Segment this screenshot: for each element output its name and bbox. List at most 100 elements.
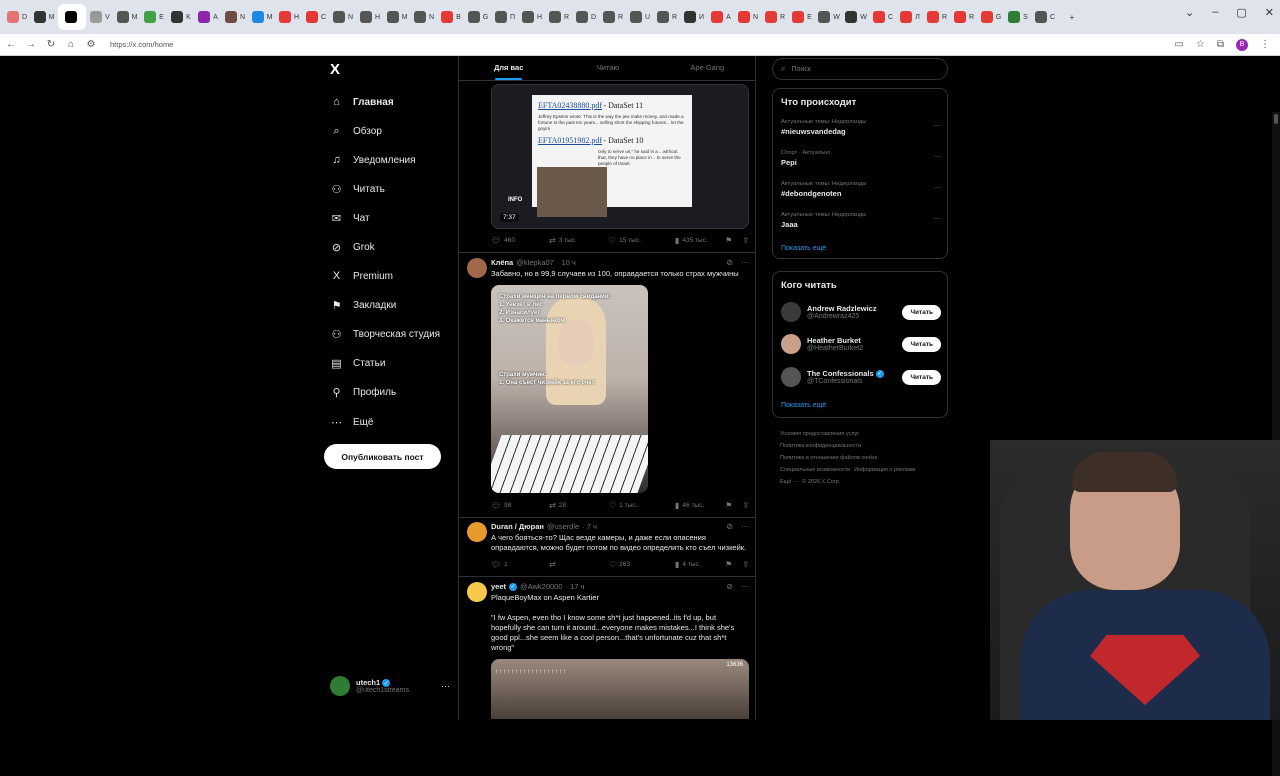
more-dots-icon[interactable]: ··· (741, 522, 749, 531)
browser-tab[interactable]: A (708, 4, 734, 30)
more-dots-icon[interactable]: ··· (741, 258, 749, 267)
sidebar-item-chat[interactable]: ✉ Чат (330, 209, 370, 227)
share-icon[interactable]: ⇪ (742, 501, 749, 510)
browser-tab[interactable]: G (978, 4, 1004, 30)
who-to-follow-show-more[interactable]: Показать ещё (781, 402, 826, 409)
reply-button[interactable]: 💬︎ 460 (491, 236, 549, 245)
browser-tab[interactable]: H (276, 4, 302, 30)
follow-button[interactable]: Читать (902, 369, 941, 385)
tweet-time[interactable]: · 7 ч (582, 522, 597, 531)
sidebar-item-profile[interactable]: ⚲ Профиль (330, 383, 396, 401)
like-button[interactable]: ♡ 15 тыс. (609, 236, 675, 245)
footer-link[interactable]: Политика в отношении файлов cookie (780, 455, 877, 461)
like-button[interactable]: ♡ 263 (609, 560, 675, 569)
tweet-time[interactable]: · 17 ч (566, 582, 585, 591)
browser-tab[interactable]: C (1032, 4, 1058, 30)
browser-tab[interactable]: N (411, 4, 437, 30)
cast-icon[interactable]: ▭ (1174, 39, 1183, 50)
browser-tab[interactable]: W (816, 4, 842, 30)
post-button[interactable]: Опубликовать пост (324, 444, 441, 469)
browser-tab[interactable]: S (1005, 4, 1031, 30)
browser-tab[interactable]: R (762, 4, 788, 30)
browser-tab[interactable]: D (4, 4, 30, 30)
browser-tab[interactable]: H (357, 4, 383, 30)
follow-suggestion[interactable]: Andrew Radzlewicz @Andrewraz425 Читать (781, 300, 941, 324)
bookmark-star-icon[interactable]: ☆ (1196, 39, 1205, 50)
sidebar-item-grok[interactable]: ⊘ Grok (330, 238, 375, 256)
browser-tab[interactable]: R (600, 4, 626, 30)
footer-link[interactable]: Условия предоставления услуг (780, 431, 859, 437)
grok-icon[interactable]: ⊘ (726, 582, 733, 591)
more-dots-icon[interactable]: ··· (441, 681, 450, 691)
author-name[interactable]: yeet (491, 582, 506, 591)
more-dots-icon[interactable]: ··· (933, 152, 941, 161)
tab-search-icon[interactable]: ⌄ (1185, 6, 1194, 19)
browser-tab[interactable]: E (789, 4, 815, 30)
browser-tab[interactable]: B (438, 4, 464, 30)
bookmark-icon[interactable]: ⚑ (725, 560, 732, 569)
sidebar-item-home[interactable]: ⌂ Главная (330, 93, 394, 111)
follow-button[interactable]: Читать (902, 304, 941, 320)
browser-tab[interactable]: R (546, 4, 572, 30)
browser-tab[interactable]: G (465, 4, 491, 30)
maximize-icon[interactable]: ▢ (1236, 6, 1246, 19)
footer-link[interactable]: Политика конфиденциальности (780, 443, 861, 449)
browser-tab[interactable]: Л (897, 4, 923, 30)
browser-tab[interactable]: M (114, 4, 140, 30)
browser-tab[interactable]: W (843, 4, 869, 30)
url-field[interactable]: https://x.com/home (110, 40, 1174, 49)
browser-tab[interactable]: D (573, 4, 599, 30)
trend-item[interactable]: Спорт · Актуально Pepi ··· (781, 150, 941, 167)
close-window-icon[interactable]: ✕ (1265, 6, 1274, 19)
author-handle[interactable]: @Awk20000 (520, 582, 563, 591)
reload-icon[interactable]: ↻ (42, 39, 60, 50)
footer-link[interactable]: Специальные возможности (780, 467, 850, 473)
views-button[interactable]: ▮ 46 тыс. (675, 501, 725, 510)
tweet-video[interactable]: EFTA02438880.pdf - DataSet 11 Jeffrey Ep… (491, 84, 749, 229)
browser-tab[interactable]: C (870, 4, 896, 30)
tweet-video[interactable]: ↑↑↑↑↑↑↑↑↑↑↑↑↑↑↑↑↑↑ 13636 (491, 659, 749, 719)
account-switcher[interactable]: utech1 ✓ @utech1streams ··· (330, 676, 450, 696)
avatar[interactable] (781, 367, 801, 387)
forward-icon[interactable]: → (22, 39, 40, 50)
new-tab-button[interactable]: + (1059, 4, 1085, 30)
tab-following[interactable]: Читаю (558, 56, 657, 80)
extensions-icon[interactable]: ⧉ (1217, 39, 1224, 50)
minimize-icon[interactable]: – (1212, 6, 1218, 19)
browser-tab[interactable]: M (249, 4, 275, 30)
menu-icon[interactable]: ⋮ (1260, 39, 1270, 50)
tweet-image[interactable]: Страхи женщин на первом свидании: 1. Уве… (491, 285, 648, 493)
profile-avatar[interactable]: B (1236, 38, 1248, 51)
tab-ape-gang[interactable]: Ape Gang (658, 56, 755, 80)
avatar[interactable] (467, 258, 487, 278)
browser-tab[interactable]: H (519, 4, 545, 30)
avatar[interactable] (781, 334, 801, 354)
bookmark-icon[interactable]: ⚑ (725, 236, 732, 245)
sidebar-item-bookmarks[interactable]: ⚑ Закладки (330, 296, 397, 314)
browser-tab[interactable]: E (141, 4, 167, 30)
home-icon[interactable]: ⌂ (62, 39, 80, 50)
reply-button[interactable]: 💬︎ 98 (491, 501, 549, 510)
browser-tab[interactable]: N (735, 4, 761, 30)
browser-tab[interactable]: M (384, 4, 410, 30)
more-dots-icon[interactable]: ··· (933, 183, 941, 192)
sidebar-item-creator-studio[interactable]: ⚇ Творческая студия (330, 325, 441, 343)
author-handle[interactable]: @userdle (547, 522, 579, 531)
sidebar-item-follow[interactable]: ⚇ Читать (330, 180, 385, 198)
footer-link[interactable]: Информация о рекламе (854, 467, 915, 473)
follow-button[interactable]: Читать (902, 336, 941, 352)
browser-tab[interactable]: R (924, 4, 950, 30)
back-icon[interactable]: ← (2, 39, 20, 50)
browser-tab[interactable]: N (330, 4, 356, 30)
retweet-button[interactable]: ⇄ 28 (549, 501, 609, 510)
grok-icon[interactable]: ⊘ (726, 522, 733, 531)
site-info-icon[interactable]: ⚙ (82, 39, 100, 50)
browser-tab[interactable]: N (222, 4, 248, 30)
more-dots-icon[interactable]: ··· (741, 582, 749, 591)
browser-tab[interactable]: A (195, 4, 221, 30)
sidebar-item-articles[interactable]: ▤ Статьи (330, 354, 385, 372)
author-name[interactable]: Клёпа (491, 258, 513, 267)
browser-tab[interactable]: C (303, 4, 329, 30)
author-name[interactable]: Duran / Дюран (491, 522, 544, 531)
browser-tab[interactable] (58, 4, 86, 30)
